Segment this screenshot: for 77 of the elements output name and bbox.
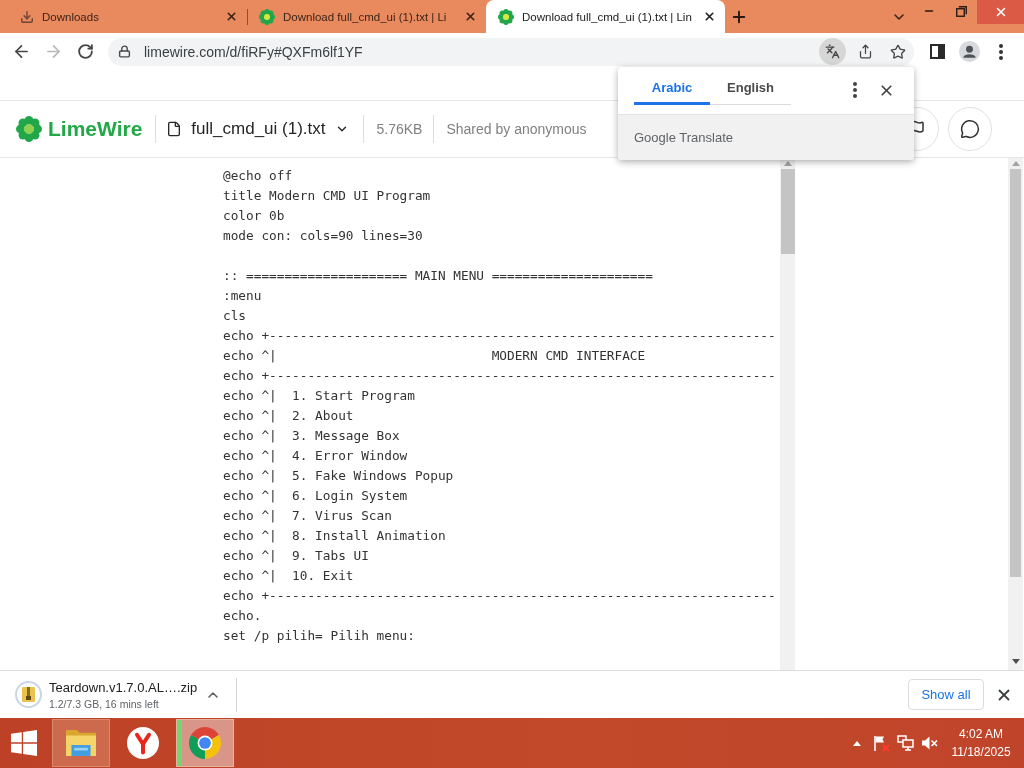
code-line: set /p pilih= Pilih menu: (223, 627, 415, 645)
address-field[interactable]: limewire.com/d/fiRFy#QXFm6lf1YF (108, 37, 914, 66)
translate-button[interactable] (819, 38, 846, 65)
round-logo-icon (189, 727, 221, 759)
code-line: echo +------------------------------------------------------------------ (223, 367, 776, 385)
scrollbar-thumb[interactable] (1010, 169, 1021, 577)
code-line: echo ^| 6. Login System (223, 487, 408, 505)
flower-logo-icon (16, 116, 42, 142)
translate-credit-text: Google Translate (634, 130, 733, 145)
code-line: echo ^| 1. Start Program (223, 387, 415, 405)
side-panel-icon (929, 44, 945, 59)
restore-icon (955, 5, 967, 17)
comment-button[interactable] (948, 107, 992, 151)
scroll-up-icon (1011, 161, 1020, 166)
download-icon (20, 9, 34, 24)
code-line: echo ^| 5. Fake Windows Popup (223, 467, 454, 485)
lock-icon (118, 45, 131, 58)
download-file-name: Teardown.v1.7.0.AL….zip (49, 679, 199, 695)
code-line: echo ^| 8. Install Animation (223, 527, 446, 545)
download-status-text: 1.2/7.3 GB, 16 mins left (49, 697, 160, 710)
code-line: :: ===================== MAIN MENU ===================== (223, 267, 653, 285)
code-line: echo ^| 7. Virus Scan (223, 507, 392, 525)
language-tab[interactable]: Arabic (634, 76, 710, 105)
scrollbar[interactable] (1008, 158, 1023, 670)
taskbar-app-button[interactable] (52, 719, 110, 767)
speaker-icon[interactable] (920, 735, 938, 751)
show-all-button[interactable]: Show all (908, 679, 984, 710)
code-line: @echo off (223, 167, 293, 185)
zip-file-icon (15, 681, 42, 708)
language-tab[interactable]: English (710, 76, 791, 105)
folder-icon (66, 729, 96, 757)
browser-tab[interactable]: Download full_cmd_ui (1).txt | Lin (486, 0, 725, 33)
logo-link[interactable]: LimeWire (16, 116, 143, 142)
flower-logo-icon (498, 8, 514, 25)
y-logo-icon (127, 727, 159, 759)
close-icon (702, 10, 716, 23)
more-icon (853, 82, 857, 98)
caret-up-icon (853, 740, 861, 746)
scroll-down-icon (1011, 659, 1020, 664)
scrollbar[interactable] (780, 158, 795, 670)
star-icon (890, 43, 906, 60)
flag-icon[interactable] (872, 734, 890, 752)
taskbar-app-button[interactable] (176, 719, 234, 767)
file-size-text: 5.76KB (376, 121, 423, 137)
close-icon (463, 10, 477, 23)
file-icon (166, 121, 183, 137)
browser-tab[interactable]: Downloads (8, 0, 247, 33)
scrollbar-thumb[interactable] (780, 169, 795, 254)
code-line: echo ^| 3. Message Box (223, 427, 400, 445)
network-icon[interactable] (896, 735, 914, 751)
flower-logo-icon (259, 8, 275, 25)
window-panes-icon (11, 730, 37, 756)
code-line: :menu (223, 287, 262, 305)
translate-icon (825, 44, 840, 59)
clock-time: 4:02 AM (959, 726, 1003, 743)
menu-icon (999, 43, 1003, 60)
code-line: color 0b (223, 207, 285, 225)
code-line: echo ^| 2. About (223, 407, 354, 425)
code-line: cls (223, 307, 247, 325)
code-line: echo ^| 10. Exit (223, 567, 354, 585)
code-line: echo +------------------------------------------------------------------ (223, 587, 776, 605)
code-line: echo. (223, 607, 262, 625)
shared-by-text: Shared by anonymous (446, 121, 587, 137)
code-line: mode con: cols=90 lines=30 (223, 227, 423, 245)
close-icon (224, 10, 238, 23)
code-line: title Modern CMD UI Program (223, 187, 431, 205)
code-line: echo ^| 4. Error Window (223, 447, 408, 465)
code-line: echo ^| MODERN CMD INTERFACE (223, 347, 646, 365)
file-menu-button[interactable]: full_cmd_ui (1).txt (166, 119, 349, 139)
code-line: echo +------------------------------------------------------------------ (223, 327, 776, 345)
profile-avatar-icon (958, 41, 980, 62)
clock-date: 11/18/2025 (951, 744, 1011, 761)
reload-icon (76, 43, 94, 60)
code-line: echo ^| 9. Tabs UI (223, 547, 369, 565)
share-icon (857, 44, 873, 59)
speech-bubble-icon (960, 119, 980, 139)
browser-tab[interactable]: Download full_cmd_ui (1).txt | Li (247, 0, 486, 33)
